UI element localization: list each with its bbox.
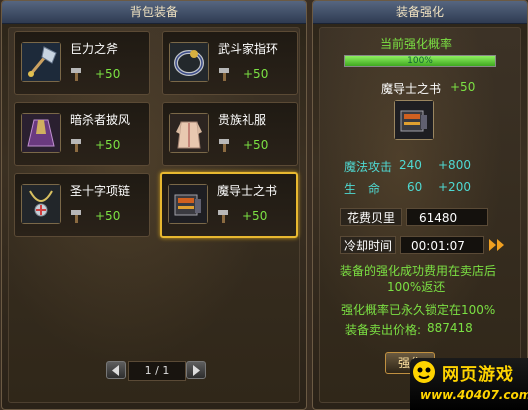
arrow-right-icon xyxy=(193,365,200,376)
item-bonus: +50 xyxy=(243,138,269,152)
refund-note-line1: 装备的强化成功费用在卖店后 xyxy=(340,264,497,278)
stat-value-magic-attack: 240 xyxy=(399,158,422,172)
item-name: 魔导士之书 xyxy=(217,184,278,198)
stat-label-hp: 生 命 xyxy=(344,182,381,196)
bag-slot-necklace[interactable]: 圣十字项链 +50 xyxy=(14,173,150,237)
cooldown-value: 00:01:07 xyxy=(400,236,484,254)
robe-icon xyxy=(169,113,209,153)
bag-slot-cloak[interactable]: 暗杀者披风 +50 xyxy=(14,102,150,166)
sell-price-label: 装备卖出价格: xyxy=(345,323,422,337)
spellbook-icon xyxy=(395,101,433,139)
hammer-icon xyxy=(218,210,228,223)
item-bonus: +50 xyxy=(95,138,121,152)
ring-icon xyxy=(169,42,209,82)
stat-label-magic-attack: 魔法攻击 xyxy=(344,160,393,174)
bag-slot-robe[interactable]: 贵族礼服 +50 xyxy=(162,102,298,166)
stat-bonus-magic-attack: +800 xyxy=(438,158,471,172)
hammer-icon xyxy=(219,139,229,152)
item-name: 武斗家指环 xyxy=(218,42,279,56)
target-item-icon xyxy=(394,100,434,140)
enhance-panel-title: 装备强化 xyxy=(313,1,527,24)
item-bonus: +50 xyxy=(243,67,269,81)
axe-icon xyxy=(21,42,61,82)
spellbook-icon xyxy=(168,184,208,224)
next-page-button[interactable] xyxy=(186,361,206,379)
item-bonus: +50 xyxy=(242,209,268,223)
cloak-icon xyxy=(21,113,61,153)
fast-forward-icon[interactable] xyxy=(489,239,505,251)
item-name: 圣十字项链 xyxy=(70,184,131,198)
cooldown-label: 冷却时间 xyxy=(340,236,396,254)
bag-slot-ring[interactable]: 武斗家指环 +50 xyxy=(162,31,298,95)
item-name: 贵族礼服 xyxy=(218,113,267,127)
hammer-icon xyxy=(71,68,81,81)
watermark-title: 网页游戏 xyxy=(442,365,514,385)
page-indicator: 1 / 1 xyxy=(128,361,186,381)
hammer-icon xyxy=(71,210,81,223)
bag-slot-spellbook[interactable]: 魔导士之书 +50 xyxy=(160,172,298,238)
item-name: 暗杀者披风 xyxy=(70,113,131,127)
lock-note: 强化概率已永久锁定在100% xyxy=(341,303,496,317)
bag-slot-axe[interactable]: 巨力之斧 +50 xyxy=(14,31,150,95)
refund-note-line2: 100%返还 xyxy=(387,280,446,294)
stat-value-hp: 60 xyxy=(407,180,423,194)
cost-value: 61480 xyxy=(406,208,488,226)
item-bonus: +50 xyxy=(95,209,121,223)
hammer-icon xyxy=(219,68,229,81)
cost-label: 花费贝里 xyxy=(340,208,402,226)
rate-progress-text: 100% xyxy=(407,56,433,66)
sell-price-value: 887418 xyxy=(427,321,473,335)
target-item-bonus: +50 xyxy=(450,80,476,94)
rate-label: 当前强化概率 xyxy=(380,37,453,51)
watermark-url: www.40407.com xyxy=(420,388,528,402)
item-bonus: +50 xyxy=(95,67,121,81)
target-item-name: 魔导士之书 xyxy=(381,82,442,96)
prev-page-button[interactable] xyxy=(106,361,126,379)
arrow-left-icon xyxy=(112,365,119,376)
hammer-icon xyxy=(71,139,81,152)
necklace-icon xyxy=(21,184,61,224)
rate-progress-bar: 100% xyxy=(344,55,496,67)
mascot-logo-icon xyxy=(413,361,435,383)
item-name: 巨力之斧 xyxy=(70,42,119,56)
bag-panel-title: 背包装备 xyxy=(2,1,306,24)
stat-bonus-hp: +200 xyxy=(438,180,471,194)
